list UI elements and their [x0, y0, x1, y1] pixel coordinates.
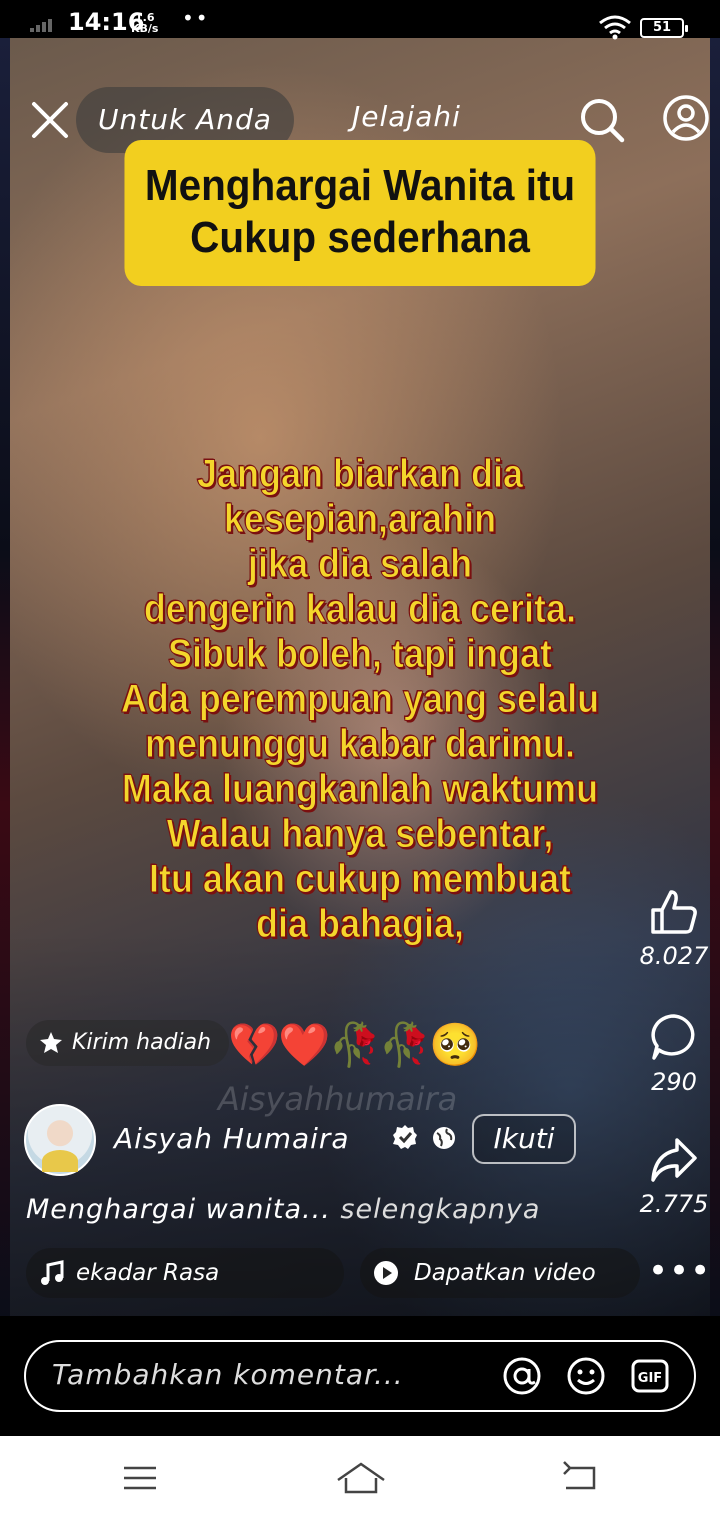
caption-line: Sibuk boleh, tapi ingat — [167, 632, 553, 677]
video-title-card: Menghargai Wanita itu Cukup sederhana — [124, 140, 596, 286]
signal-icon — [30, 18, 60, 32]
globe-icon — [433, 1127, 455, 1149]
gif-icon[interactable]: GIF — [630, 1356, 670, 1396]
caption-line: dengerin kalau dia cerita. — [143, 587, 577, 632]
caption-line: kesepian,arahin — [223, 497, 497, 542]
home-icon[interactable] — [336, 1458, 386, 1498]
title-line-2: Cukup sederhana — [190, 213, 530, 262]
play-icon — [374, 1261, 398, 1285]
description-text: Menghargai wanita... — [26, 1194, 331, 1225]
caption-line: Itu akan cukup membuat — [148, 857, 572, 902]
profile-icon[interactable] — [662, 94, 710, 142]
comment-button[interactable]: 290 — [636, 1012, 712, 1096]
caption-line: Walau hanya sebentar, — [166, 812, 554, 857]
comment-count: 290 — [651, 1068, 697, 1096]
like-icon — [651, 890, 697, 934]
get-video-label: Dapatkan video — [414, 1260, 596, 1286]
battery-indicator: 51 — [640, 18, 688, 38]
like-button[interactable]: 8.027 — [636, 888, 712, 970]
send-gift-button[interactable]: Kirim hadiah — [26, 1020, 230, 1066]
caption-line: menunggu kabar darimu. — [144, 722, 576, 767]
gift-icon — [40, 1032, 62, 1053]
caption-line: Jangan biarkan dia — [196, 452, 524, 497]
comment-icon — [651, 1014, 695, 1060]
back-icon[interactable] — [560, 1458, 600, 1498]
notification-dots: •• — [182, 6, 210, 30]
get-video-chip[interactable]: Dapatkan video — [360, 1248, 640, 1298]
caption-line: jika dia salah — [247, 542, 473, 587]
music-title: ekadar Rasa — [76, 1260, 220, 1286]
music-chip[interactable]: ekadar Rasa — [26, 1248, 344, 1298]
like-count: 8.027 — [639, 942, 709, 970]
music-icon — [41, 1260, 64, 1285]
wifi-icon — [599, 15, 631, 40]
follow-button[interactable]: Ikuti — [472, 1114, 576, 1164]
emoji-icon[interactable] — [566, 1356, 606, 1396]
status-bar: 14:16 1.6 KB/s •• 51 — [0, 0, 720, 40]
caption-line: Maka luangkanlah waktumu — [121, 767, 599, 812]
send-gift-label: Kirim hadiah — [72, 1030, 212, 1055]
caption-line: dia bahagia, — [255, 902, 465, 947]
net-speed: 1.6 KB/s — [131, 12, 158, 34]
share-icon — [651, 1138, 697, 1182]
watermark: Aisyahhumaira — [218, 1080, 458, 1118]
menu-icon[interactable] — [122, 1458, 158, 1498]
caption-line: Ada perempuan yang selalu — [120, 677, 600, 722]
edge-left — [0, 38, 10, 1316]
close-icon[interactable] — [30, 100, 70, 140]
more-icon[interactable]: ••• — [648, 1254, 711, 1288]
see-more-link[interactable]: selengkapnya — [340, 1194, 540, 1225]
title-line-1: Menghargai Wanita itu — [144, 161, 576, 210]
edge-right — [710, 38, 720, 1316]
video-description[interactable]: Menghargai wanita... selengkapnya — [26, 1194, 540, 1225]
search-icon[interactable] — [578, 96, 626, 144]
tab-explore[interactable]: Jelajahi — [352, 100, 461, 133]
mention-icon[interactable] — [502, 1356, 542, 1396]
author-name[interactable]: Aisyah Humaira — [114, 1122, 350, 1155]
net-speed-unit: KB/s — [131, 22, 159, 35]
video-caption: Jangan biarkan dia kesepian,arahin jika … — [40, 452, 680, 947]
reaction-emojis: 💔❤️🥀🥀🥺 — [228, 1020, 481, 1069]
svg-text:GIF: GIF — [638, 1371, 662, 1386]
comment-placeholder: Tambahkan komentar... — [52, 1358, 404, 1391]
share-button[interactable]: 2.775 — [636, 1136, 712, 1218]
verified-icon — [393, 1125, 417, 1149]
share-count: 2.775 — [639, 1190, 709, 1218]
avatar[interactable] — [24, 1104, 96, 1176]
